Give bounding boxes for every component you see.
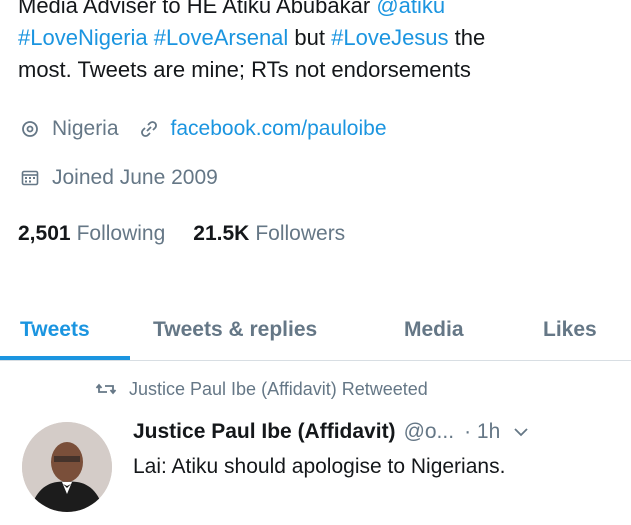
tweet-text: Lai: Atiku should apologise to Nigerians…: [133, 455, 506, 478]
tab-likes[interactable]: Likes: [543, 300, 597, 360]
bio-text-1: Media Adviser to HE Atiku Abubakar: [18, 0, 377, 18]
following-label: Following: [76, 222, 166, 245]
followers-count: 21.5K: [193, 222, 250, 245]
profile-meta-joined: Joined June 2009: [18, 166, 218, 190]
bio-mention-link[interactable]: @atiku: [376, 0, 445, 18]
location-pin-icon: [18, 117, 42, 141]
retweet-label: Justice Paul Ibe (Affidavit) Retweeted: [129, 378, 428, 399]
bio-line-3: most. Tweets are mine; RTs not endorseme…: [18, 57, 471, 82]
followers-stat[interactable]: 21.5K Followers: [193, 222, 345, 246]
hashtag-lovejesus[interactable]: #LoveJesus: [331, 25, 448, 50]
bio-line-2: #LoveNigeria #LoveArsenal but #LoveJesus…: [18, 22, 618, 54]
bio-the: the: [448, 25, 486, 50]
profile-stats: 2,501 Following 21.5K Followers: [18, 222, 345, 246]
followers-label: Followers: [255, 222, 346, 245]
profile-bio: Media Adviser to HE Atiku Abubakar @atik…: [18, 0, 618, 86]
tab-tweets[interactable]: Tweets: [20, 300, 90, 360]
link-icon: [137, 117, 161, 141]
bio-but: but: [288, 25, 332, 50]
bio-line-1: Media Adviser to HE Atiku Abubakar @atik…: [18, 0, 618, 22]
retweet-icon: [95, 378, 117, 400]
chevron-down-icon[interactable]: [512, 423, 530, 441]
tab-media[interactable]: Media: [404, 300, 464, 360]
tweet-author-handle[interactable]: @o...: [404, 420, 455, 444]
profile-tabs: Tweets Tweets & replies Media Likes: [0, 300, 631, 361]
tweet-author-name[interactable]: Justice Paul Ibe (Affidavit): [133, 420, 396, 444]
tweet-header: Justice Paul Ibe (Affidavit) @o... · 1h: [133, 420, 623, 444]
avatar[interactable]: [22, 422, 112, 512]
tweet-timestamp[interactable]: · 1h: [464, 420, 500, 444]
hashtag-lovearsenal[interactable]: #LoveArsenal: [154, 25, 289, 50]
retweet-context: Justice Paul Ibe (Affidavit) Retweeted: [95, 378, 428, 400]
hashtag-lovenigeria[interactable]: #LoveNigeria: [18, 25, 148, 50]
profile-joined-date: Joined June 2009: [52, 166, 218, 189]
tab-tweets-replies[interactable]: Tweets & replies: [153, 300, 317, 360]
profile-meta-location-website: Nigeria facebook.com/pauloibe: [18, 117, 387, 141]
profile-location: Nigeria: [52, 117, 119, 140]
following-stat[interactable]: 2,501 Following: [18, 222, 165, 246]
profile-website-link[interactable]: facebook.com/pauloibe: [171, 117, 387, 141]
calendar-icon: [18, 166, 42, 190]
following-count: 2,501: [18, 222, 71, 245]
active-tab-indicator: [0, 356, 130, 360]
